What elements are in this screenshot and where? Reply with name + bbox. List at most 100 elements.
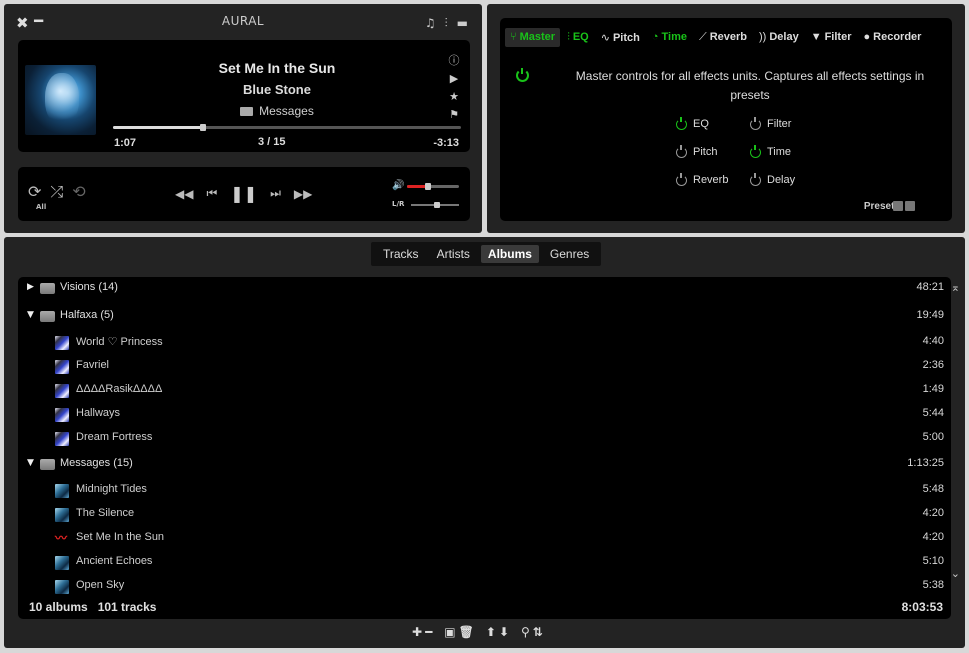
expanded-icon[interactable]: ▼ [27, 458, 34, 468]
shuffle-icon[interactable]: ⤮ [50, 182, 63, 202]
tab-artists[interactable]: Artists [430, 245, 477, 263]
now-playing-box: Set Me In the Sun Blue Stone Messages 1:… [18, 40, 470, 152]
tab-label: EQ [572, 31, 589, 43]
seek-knob[interactable] [200, 124, 207, 131]
volume-icon[interactable]: 🔊 [392, 180, 404, 191]
unit-pitch[interactable]: Pitch [676, 144, 717, 158]
shuffle-album-icon[interactable]: ⟲ [72, 182, 85, 202]
filter-tab-icon: ▼ [810, 31, 822, 43]
tab-reverb[interactable]: ⟋ Reverb [694, 28, 752, 47]
remaining-time[interactable]: -3:13 [433, 137, 459, 149]
power-icon[interactable] [750, 172, 761, 186]
track-art-icon [55, 384, 69, 398]
seek-backward-icon[interactable]: ◀◀ [175, 187, 193, 201]
effects-view-icon[interactable]: ⫶ [445, 16, 448, 31]
track-row[interactable]: Ancient Echoes 5:10 [18, 551, 951, 575]
power-icon[interactable] [750, 144, 761, 158]
playlist-total-duration: 8:03:53 [901, 600, 943, 614]
group-row[interactable]: ▼ Messages (15) 1:13:25 [18, 453, 951, 477]
seek-forward-icon[interactable]: ▶▶ [294, 187, 312, 201]
power-icon[interactable] [676, 116, 687, 130]
volume-slider[interactable] [407, 183, 459, 190]
unit-label: Time [767, 146, 792, 158]
track-row[interactable]: 〰 Set Me In the Sun 4:20 [18, 527, 951, 551]
tab-genres[interactable]: Genres [543, 245, 596, 263]
scroll-top-icon[interactable]: ⌅ [951, 281, 960, 294]
info-icon[interactable]: ⓘ [448, 54, 460, 68]
add-icon[interactable]: ✚ [412, 625, 422, 639]
group-row[interactable]: ▼ Halfaxa (5) 19:49 [18, 305, 951, 329]
tab-recorder[interactable]: ● Recorder [858, 28, 926, 47]
layout-icon[interactable]: ▬ [457, 16, 468, 31]
remove-icon[interactable]: ━ [425, 625, 432, 639]
tab-eq[interactable]: ⫶ EQ [562, 28, 594, 47]
tab-time[interactable]: ◔ Time [647, 28, 692, 47]
repeat-icon[interactable]: ⟳ [28, 182, 41, 202]
track-row[interactable]: Open Sky 5:38 [18, 575, 951, 599]
track-duration: 4:40 [922, 335, 944, 347]
track-row[interactable]: World ♡ Princess 4:40 [18, 331, 951, 355]
tab-pitch[interactable]: ∿ Pitch [596, 28, 645, 47]
master-power-icon[interactable] [516, 68, 529, 82]
apply-preset-icon[interactable] [893, 201, 903, 211]
playlist-view-icon[interactable]: ♫ [425, 16, 436, 31]
unit-eq[interactable]: EQ [676, 116, 709, 130]
folder-icon [40, 311, 55, 322]
seek-slider[interactable] [113, 124, 461, 131]
tab-master[interactable]: ⑂ Master [505, 28, 561, 47]
track-title: Favriel [76, 359, 110, 371]
track-row[interactable]: Hallways 5:44 [18, 403, 951, 427]
next-track-icon[interactable]: ⏭ [270, 186, 281, 201]
tab-filter[interactable]: ▼ Filter [806, 28, 857, 47]
balance-slider[interactable] [411, 202, 459, 208]
tab-tracks[interactable]: Tracks [376, 245, 426, 263]
unit-time[interactable]: Time [750, 144, 792, 158]
bookmark-icon[interactable]: ⚑ [448, 108, 460, 122]
move-up-icon[interactable]: ⬆ [486, 625, 496, 639]
group-row[interactable]: ▶ Visions (14) 48:21 [18, 277, 951, 301]
track-duration: 1:49 [922, 383, 944, 395]
balance-knob[interactable] [434, 202, 441, 208]
track-row[interactable]: ΔΔΔΔRasikΔΔΔΔ 1:49 [18, 379, 951, 403]
track-duration: 4:20 [922, 531, 944, 543]
track-art-icon [55, 432, 69, 446]
save-icon[interactable]: ▣ [444, 625, 455, 639]
track-row[interactable]: The Silence 4:20 [18, 503, 951, 527]
unit-reverb[interactable]: Reverb [676, 172, 728, 186]
tab-albums[interactable]: Albums [480, 245, 539, 263]
tab-label: Recorder [873, 31, 922, 43]
favorite-icon[interactable]: ★ [448, 90, 460, 104]
queue-icon[interactable]: ▶ [448, 72, 460, 86]
collapsed-icon[interactable]: ▶ [27, 282, 34, 292]
save-preset-icon[interactable] [905, 201, 915, 211]
pause-icon[interactable]: ❚❚ [230, 184, 257, 203]
group-name: Visions (14) [60, 281, 118, 293]
elapsed-time[interactable]: 1:07 [114, 137, 136, 149]
unit-filter[interactable]: Filter [750, 116, 791, 130]
track-row[interactable]: Dream Fortress 5:00 [18, 427, 951, 451]
time-tab-icon: ◔ [651, 31, 659, 43]
track-row[interactable]: Midnight Tides 5:48 [18, 479, 951, 503]
expanded-icon[interactable]: ▼ [27, 310, 34, 320]
album-name: Messages [259, 104, 314, 118]
clear-icon[interactable]: 🗑 [459, 625, 474, 639]
sort-icon[interactable]: ⇅ [533, 625, 543, 639]
previous-track-icon[interactable]: ⏮ [206, 186, 217, 201]
playlist-summary: 10 albums 101 tracks [29, 600, 157, 614]
track-title: ΔΔΔΔRasikΔΔΔΔ [76, 383, 163, 395]
volume-knob[interactable] [424, 183, 431, 190]
unit-delay[interactable]: Delay [750, 172, 795, 186]
move-down-icon[interactable]: ⬇ [499, 625, 509, 639]
track-title: Hallways [76, 407, 121, 419]
search-icon[interactable]: ⚲ [521, 625, 530, 639]
power-icon[interactable] [750, 116, 761, 130]
scroll-bottom-icon[interactable]: ⌄ [951, 567, 960, 580]
track-row[interactable]: Favriel 2:36 [18, 355, 951, 379]
track-title: Set Me In the Sun [76, 531, 165, 543]
power-icon[interactable] [676, 144, 687, 158]
track-actions: ⓘ ▶ ★ ⚑ [448, 54, 460, 122]
repeat-mode-label: All [36, 203, 47, 211]
power-icon[interactable] [676, 172, 687, 186]
tab-delay[interactable]: )) Delay [754, 28, 804, 47]
track-title: Midnight Tides [76, 483, 147, 495]
